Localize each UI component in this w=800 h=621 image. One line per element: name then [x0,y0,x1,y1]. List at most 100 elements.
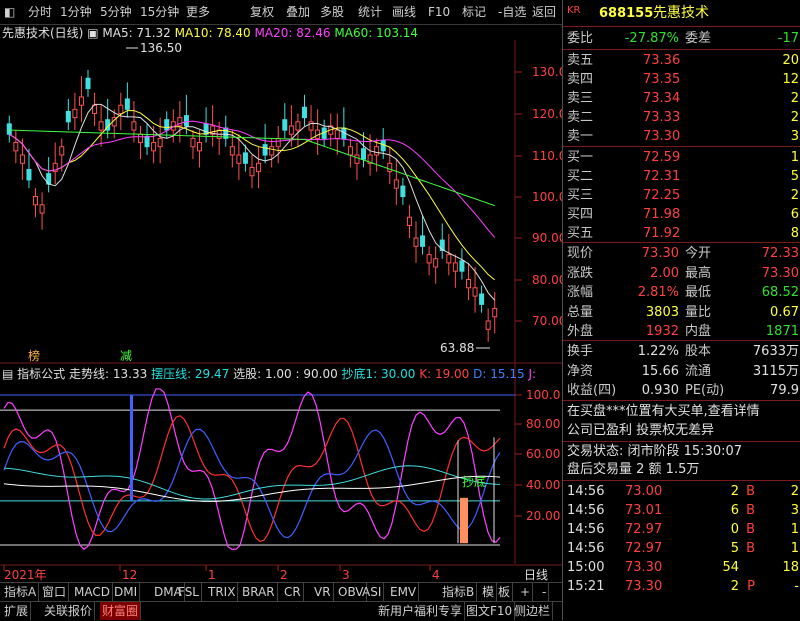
toolbar-8[interactable]: 统计 [358,3,382,21]
bang-mark[interactable]: 榜 [28,348,40,363]
trend-line-label: 走势线: 13.33 [69,367,148,381]
quote-title: KR 688155 先惠技术 [567,4,799,24]
d-label: D: 15.15 [473,367,525,381]
indicator-tab-12[interactable]: EMV [388,583,420,601]
tick-row: 15:00 73.30 54 18 [567,558,799,577]
tick-t: 15:21 [567,579,605,594]
indicator-tab-5[interactable]: FSL [176,583,202,601]
indicator-tab-right-4[interactable]: - [540,583,550,601]
price-axis-label: 80.00 [532,273,562,287]
tick-bs: P [747,579,755,594]
bottom-tab-1[interactable]: 关联报价 [42,602,96,620]
candle-body [275,137,281,148]
collapse-icon[interactable]: ▣ [87,26,98,40]
stat-v1: 1.22% [637,344,679,359]
candle-body [157,137,163,148]
stat-row: 涨跌 2.00 最高 73.30 [567,264,799,283]
buy-level-row[interactable]: 买四 71.98 6 [567,205,799,224]
bottom-mid-0[interactable]: 新用户福利专享 [376,602,466,620]
bottom-mid-2[interactable]: 侧边栏 [512,602,554,620]
toolbar-10[interactable]: F10 [428,3,450,21]
toolbar-2[interactable]: 5分钟 [100,3,132,21]
toolbar-5[interactable]: 复权 [250,3,274,21]
buy-level-label: 买五 [567,226,594,241]
toolbar-1[interactable]: 1分钟 [60,3,92,21]
jian-mark[interactable]: 减 [120,349,132,363]
stat-l1: 涨跌 [567,265,594,281]
indicator-tab-11[interactable]: ASI [360,583,385,601]
buy-level-row[interactable]: 买一 72.59 1 [567,148,799,167]
menu-icon[interactable]: ▤ [2,367,13,381]
chaodi-label: 抄底1: 30.00 [341,367,416,381]
buy-level-row[interactable]: 买二 72.31 5 [567,167,799,186]
indicator-tab-7[interactable]: BRAR [240,583,278,601]
tick-n: 2 [790,484,799,499]
toolbar-12[interactable]: -自选 [498,3,526,21]
stat-l2: PE(动) [685,383,725,398]
tick-t: 14:56 [567,541,605,556]
candle-body [39,204,45,214]
sell-level-price: 73.34 [643,91,681,106]
stat-l1: 涨幅 [567,285,594,300]
layout-icon[interactable]: ◧ [4,3,15,21]
sell-level-row[interactable]: 卖四 73.35 12 [567,70,799,89]
chart-stock-name: 先惠技术(日线) [2,26,84,40]
indicator-tab-3[interactable]: DMI [112,583,141,601]
price-axis-label: 130.0 [532,65,562,79]
bottom-tab-2[interactable]: 财富圈 [100,602,142,620]
buy-level-row[interactable]: 买五 71.92 8 [567,224,799,243]
sell-level-volume: 20 [782,53,799,68]
indicator-tab-right-1[interactable]: 模 [480,583,498,601]
indicator-tab-8[interactable]: CR [282,583,304,601]
sell-level-label: 卖三 [567,91,594,106]
tick-row: 14:56 73.00 2 B 2 [567,482,799,501]
indicator-tab-9[interactable]: VR [312,583,334,601]
indicator-tab-1[interactable]: 窗口 [40,583,70,601]
sell-level-row[interactable]: 卖三 73.34 2 [567,89,799,108]
sell-level-row[interactable]: 卖五 73.36 20 [567,51,799,70]
toolbar-9[interactable]: 画线 [392,3,416,21]
candle-body [492,308,498,318]
kline-chart[interactable]: 130.0 120.0 110.0 100.0 90.00 80.00 70.00 100.0… [0,0,562,600]
buy-level-price: 72.59 [643,150,681,165]
bottom-tab-0[interactable]: 扩展 [2,602,32,620]
period-label[interactable]: 日线 [524,568,548,582]
candle-body [459,260,465,272]
buy-level-volume: 6 [790,207,799,222]
buy-level-row[interactable]: 买三 72.25 2 [567,186,799,205]
toolbar-6[interactable]: 叠加 [286,3,310,21]
toolbar-0[interactable]: 分时 [28,3,52,21]
sell-level-row[interactable]: 卖一 73.30 3 [567,127,799,146]
notice-big-order[interactable]: 在买盘***位置有大买单,查看详情 [567,402,799,421]
sell-level-price: 73.33 [643,110,681,125]
stat-l1: 总量 [567,304,594,320]
indicator-name[interactable]: 指标公式 [17,367,65,381]
sell-level-row[interactable]: 卖二 73.33 2 [567,108,799,127]
toolbar-11[interactable]: 标记 [462,3,486,21]
indicator-tab-0[interactable]: 指标A [2,583,40,601]
indicator-tab-right-2[interactable]: 板 [496,583,514,601]
buy-level-price: 72.25 [643,188,681,203]
toolbar-7[interactable]: 多股 [320,3,344,21]
toolbar-4[interactable]: 更多 [186,3,210,21]
indicator-tab-6[interactable]: TRIX [206,583,239,601]
candle-body [118,104,124,114]
indicator-tab-right-3[interactable]: + [518,583,534,601]
tick-bs: B [746,541,755,556]
chaodi-bar [460,497,468,544]
indicator-tab-right-0[interactable]: 指标B [440,583,478,601]
candle-body [347,146,353,156]
toolbar-3[interactable]: 15分钟 [140,3,179,21]
stat-v1: 2.00 [650,265,679,281]
bottom-mid-1[interactable]: 图文F10 [464,602,516,620]
stat-v1: 1932 [645,324,679,339]
indicator-tab-2[interactable]: MACD [72,583,113,601]
j-line [3,388,501,551]
stat-row: 总量 3803 量比 0.67 [567,303,799,322]
toolbar-13[interactable]: 返回 [532,3,556,21]
tick-bs: B [746,503,755,518]
k-line [3,415,501,543]
weibi-value: -27.87% [624,31,679,46]
candle-body [426,254,432,264]
d-line [3,428,501,539]
